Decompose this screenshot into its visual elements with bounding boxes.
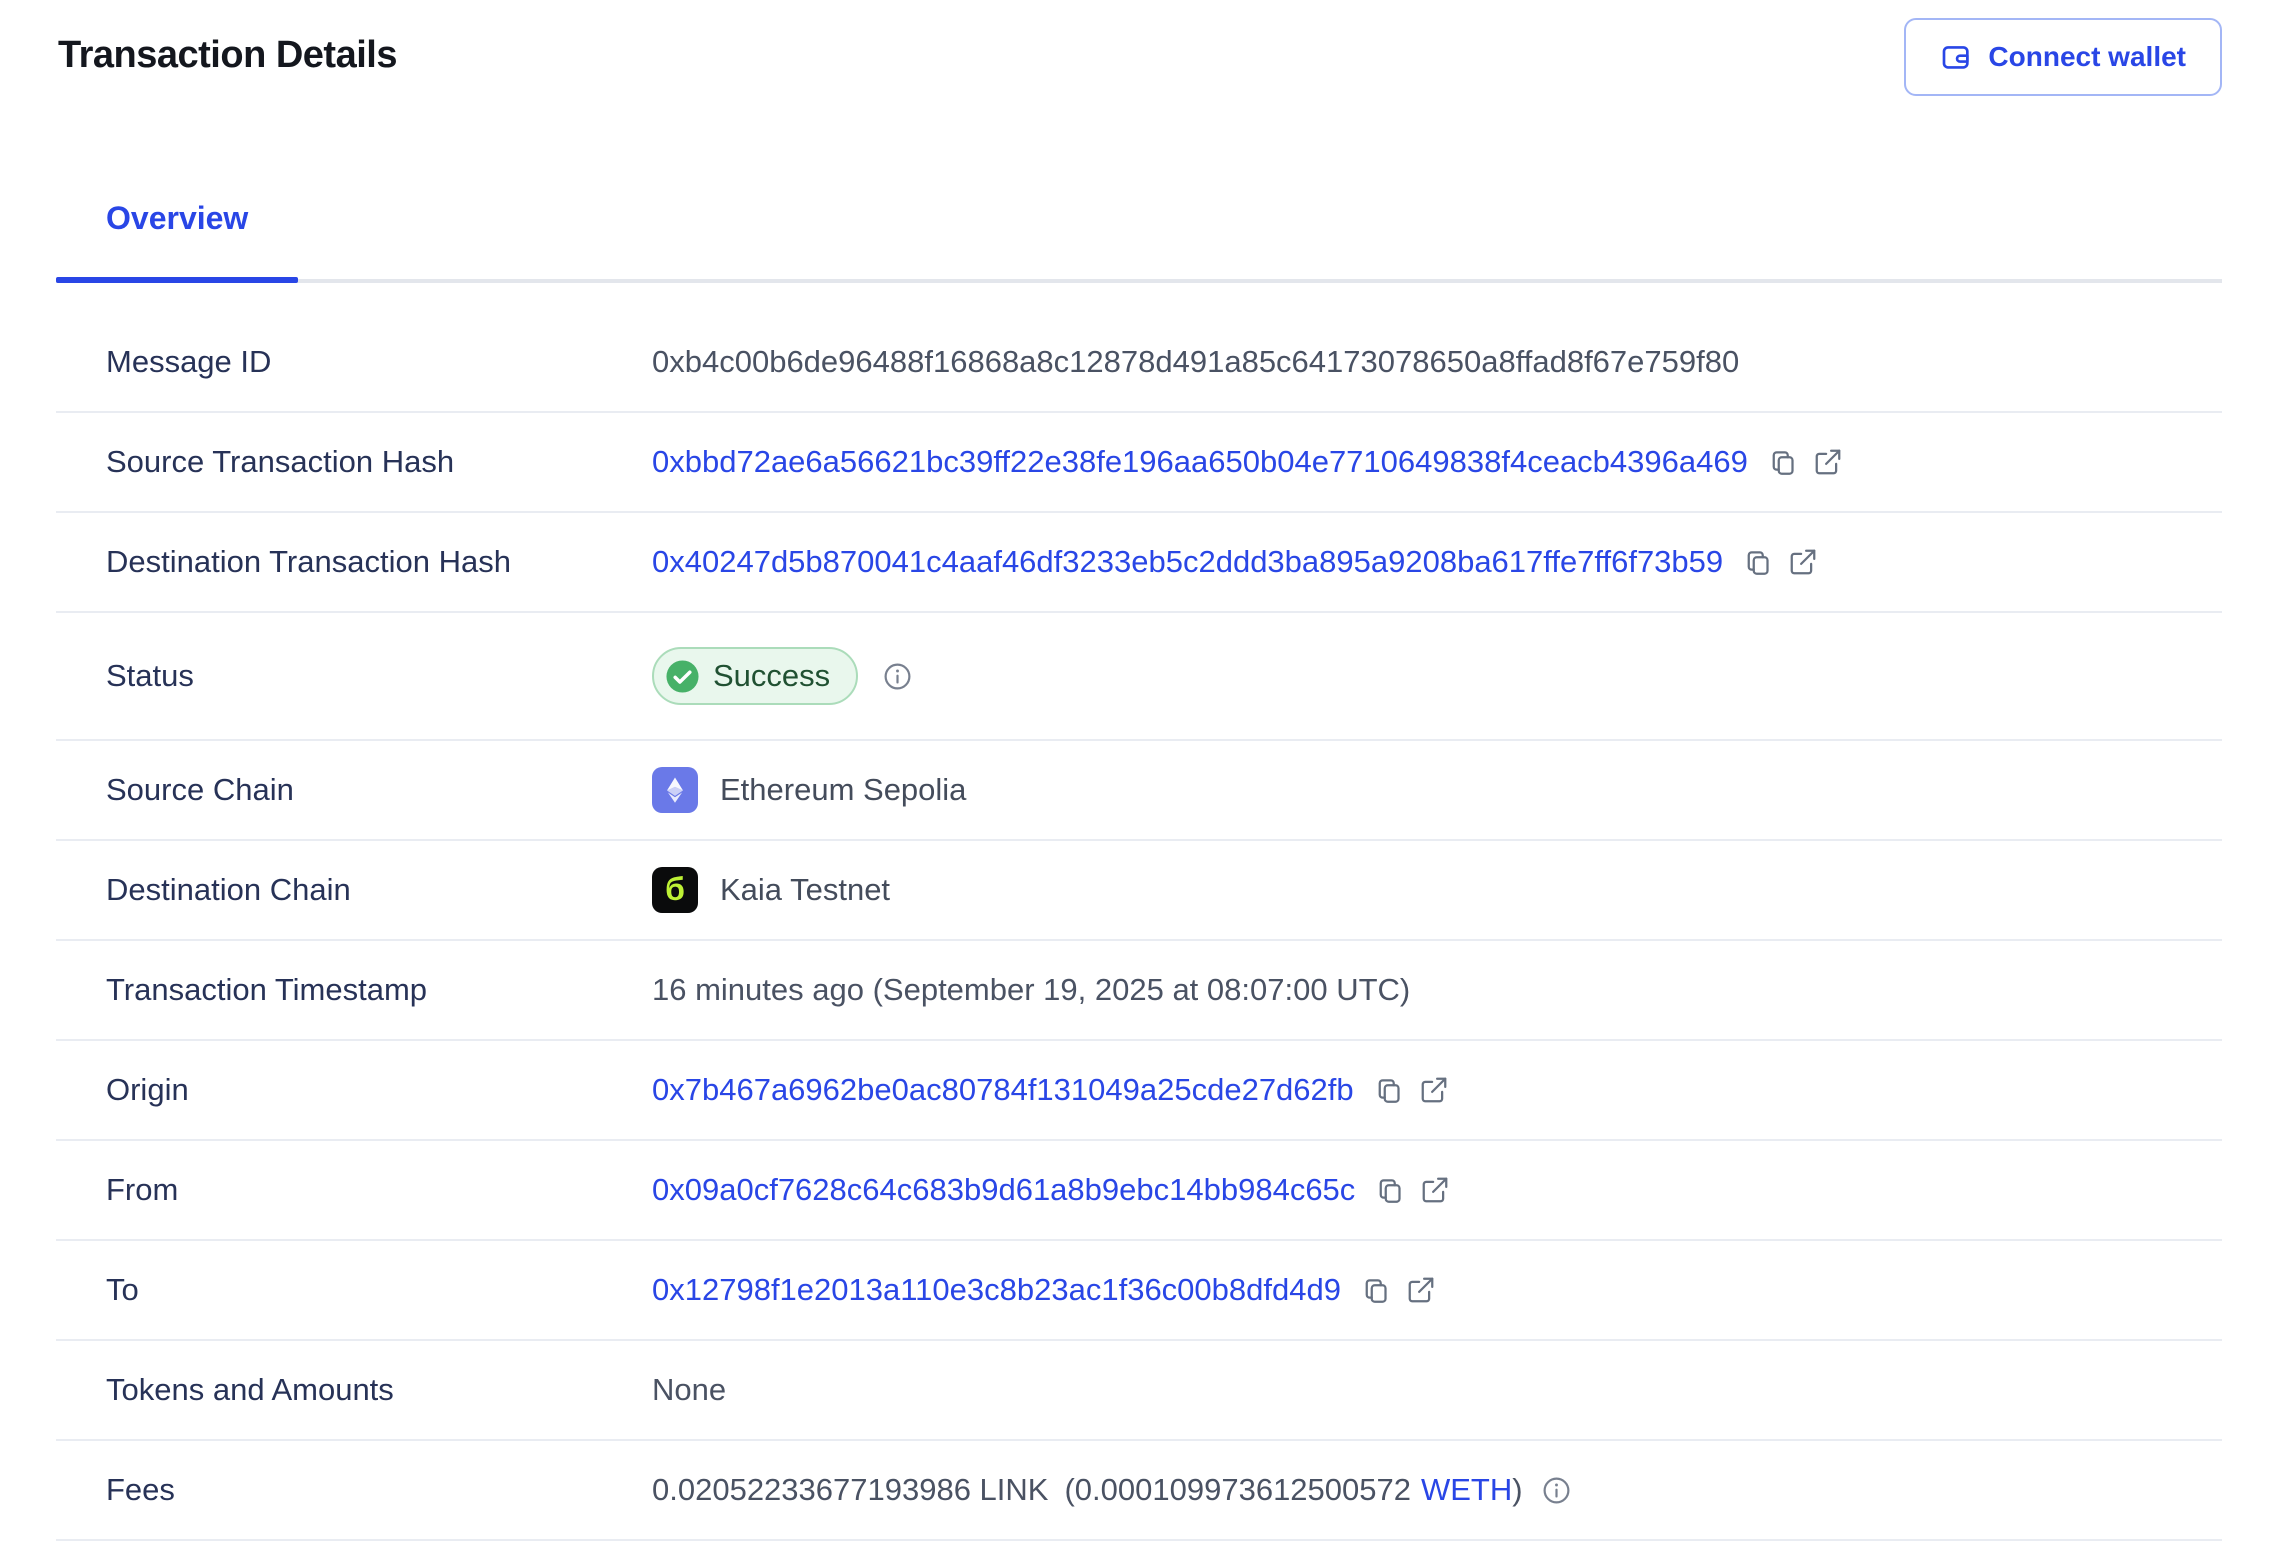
table-row-destination-chain: Destination Chain б Kaia Testnet	[56, 841, 2222, 941]
table-row-origin: Origin0x7b467a6962be0ac80784f131049a25cd…	[56, 1041, 2222, 1141]
table-row-fees: Fees0.02052233677193986 LINK (0.000109973…	[56, 1441, 2222, 1541]
status-badge-label: Success	[713, 658, 830, 694]
fee-secondary: (0.000109973612500572	[1064, 1472, 1411, 1508]
row-value-transaction-timestamp: 16 minutes ago (September 19, 2025 at 08…	[652, 972, 1410, 1008]
row-actions	[1375, 1175, 1450, 1205]
row-actions	[1361, 1275, 1436, 1305]
destination-chain-name: Kaia Testnet	[720, 872, 890, 908]
copy-icon[interactable]	[1743, 547, 1773, 577]
row-value-message-id: 0xb4c00b6de96488f16868a8c12878d491a85c64…	[652, 344, 1739, 380]
tab-overview-label: Overview	[106, 200, 248, 236]
source-chain-name: Ethereum Sepolia	[720, 772, 966, 808]
details-table: Message ID0xb4c00b6de96488f16868a8c12878…	[56, 313, 2222, 1541]
row-label-fees: Fees	[106, 1472, 652, 1508]
row-label-status: Status	[106, 658, 652, 694]
external-link-icon[interactable]	[1420, 1175, 1450, 1205]
row-value-source-transaction-hash: 0xbbd72ae6a56621bc39ff22e38fe196aa650b04…	[652, 444, 1843, 480]
kaia-icon: б	[652, 867, 698, 913]
external-link-icon[interactable]	[1406, 1275, 1436, 1305]
table-row-destination-transaction-hash: Destination Transaction Hash0x40247d5b87…	[56, 513, 2222, 613]
status-info-icon[interactable]	[882, 661, 913, 692]
destination-transaction-hash-link[interactable]: 0x40247d5b870041c4aaf46df3233eb5c2ddd3ba…	[652, 544, 1723, 580]
row-value-destination-transaction-hash: 0x40247d5b870041c4aaf46df3233eb5c2ddd3ba…	[652, 544, 1818, 580]
row-value-status: Success	[652, 647, 913, 705]
table-row-tokens-and-amounts: Tokens and AmountsNone	[56, 1341, 2222, 1441]
row-actions	[1374, 1075, 1449, 1105]
transaction-timestamp-value: 16 minutes ago (September 19, 2025 at 08…	[652, 972, 1410, 1008]
transaction-details-page: Transaction Details Connect wallet Overv…	[0, 0, 2278, 1541]
to-link[interactable]: 0x12798f1e2013a110e3c8b23ac1f36c00b8dfd4…	[652, 1272, 1341, 1308]
status-badge: Success	[652, 647, 858, 705]
row-value-destination-chain: б Kaia Testnet	[652, 867, 890, 913]
row-value-origin: 0x7b467a6962be0ac80784f131049a25cde27d62…	[652, 1072, 1449, 1108]
row-label-source-transaction-hash: Source Transaction Hash	[106, 444, 652, 480]
copy-icon[interactable]	[1374, 1075, 1404, 1105]
row-label-to: To	[106, 1272, 652, 1308]
page-header: Transaction Details Connect wallet	[56, 0, 2222, 96]
kaia-glyph: б	[665, 873, 685, 905]
table-row-status: Status Success	[56, 613, 2222, 741]
table-row-from: From0x09a0cf7628c64c683b9d61a8b9ebc14bb9…	[56, 1141, 2222, 1241]
row-label-origin: Origin	[106, 1072, 652, 1108]
copy-icon[interactable]	[1375, 1175, 1405, 1205]
row-actions	[1743, 547, 1818, 577]
table-row-message-id: Message ID0xb4c00b6de96488f16868a8c12878…	[56, 313, 2222, 413]
fee-token-link[interactable]: WETH	[1421, 1472, 1512, 1508]
fee-primary: 0.02052233677193986 LINK	[652, 1472, 1048, 1508]
table-row-source-chain: Source Chain Ethereum Sepolia	[56, 741, 2222, 841]
row-value-tokens-and-amounts: None	[652, 1372, 726, 1408]
fees-info-icon[interactable]	[1541, 1475, 1572, 1506]
row-label-source-chain: Source Chain	[106, 772, 652, 808]
copy-icon[interactable]	[1361, 1275, 1391, 1305]
table-row-to: To0x12798f1e2013a110e3c8b23ac1f36c00b8df…	[56, 1241, 2222, 1341]
tab-overview[interactable]: Overview	[56, 200, 298, 279]
row-value-fees: 0.02052233677193986 LINK (0.0001099736125…	[652, 1472, 1572, 1508]
external-link-icon[interactable]	[1813, 447, 1843, 477]
row-value-to: 0x12798f1e2013a110e3c8b23ac1f36c00b8dfd4…	[652, 1272, 1436, 1308]
fee-suffix: )	[1512, 1472, 1522, 1508]
row-label-tokens-and-amounts: Tokens and Amounts	[106, 1372, 652, 1408]
tokens-and-amounts-value: None	[652, 1372, 726, 1408]
row-label-from: From	[106, 1172, 652, 1208]
row-value-from: 0x09a0cf7628c64c683b9d61a8b9ebc14bb984c6…	[652, 1172, 1450, 1208]
row-label-message-id: Message ID	[106, 344, 652, 380]
row-value-source-chain: Ethereum Sepolia	[652, 767, 966, 813]
table-row-source-transaction-hash: Source Transaction Hash0xbbd72ae6a56621b…	[56, 413, 2222, 513]
wallet-icon	[1940, 41, 1972, 73]
copy-icon[interactable]	[1768, 447, 1798, 477]
check-circle-icon	[665, 659, 700, 694]
external-link-icon[interactable]	[1419, 1075, 1449, 1105]
origin-link[interactable]: 0x7b467a6962be0ac80784f131049a25cde27d62…	[652, 1072, 1354, 1108]
row-actions	[1768, 447, 1843, 477]
table-row-transaction-timestamp: Transaction Timestamp16 minutes ago (Sep…	[56, 941, 2222, 1041]
ethereum-icon	[652, 767, 698, 813]
row-label-destination-chain: Destination Chain	[106, 872, 652, 908]
connect-wallet-button[interactable]: Connect wallet	[1904, 18, 2222, 96]
tab-bar: Overview	[56, 200, 2222, 283]
external-link-icon[interactable]	[1788, 547, 1818, 577]
message-id-value: 0xb4c00b6de96488f16868a8c12878d491a85c64…	[652, 344, 1739, 380]
source-transaction-hash-link[interactable]: 0xbbd72ae6a56621bc39ff22e38fe196aa650b04…	[652, 444, 1748, 480]
page-title: Transaction Details	[58, 34, 397, 77]
row-label-destination-transaction-hash: Destination Transaction Hash	[106, 544, 652, 580]
from-link[interactable]: 0x09a0cf7628c64c683b9d61a8b9ebc14bb984c6…	[652, 1172, 1355, 1208]
connect-wallet-label: Connect wallet	[1988, 41, 2186, 73]
row-label-transaction-timestamp: Transaction Timestamp	[106, 972, 652, 1008]
